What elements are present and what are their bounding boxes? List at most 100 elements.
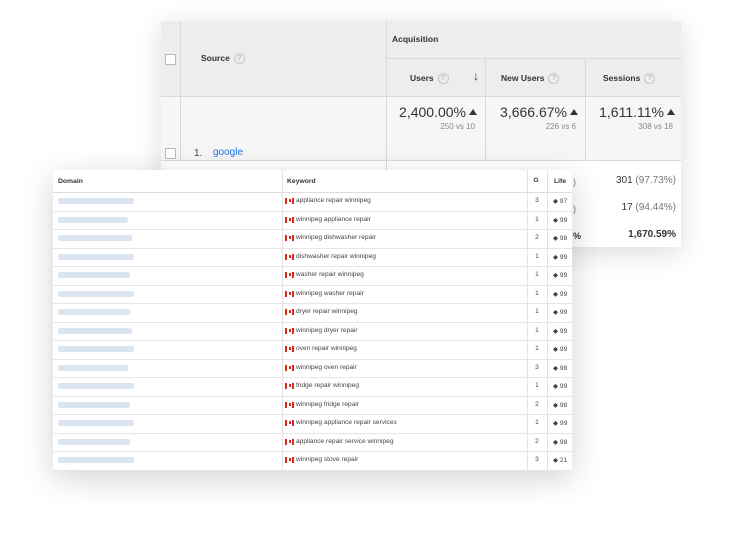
domain-placeholder[interactable] <box>58 438 130 445</box>
table-row[interactable]: winnipeg oven repair 3 ◆ 98 <box>53 359 572 378</box>
sessions-row-number: 17 <box>621 202 633 213</box>
sessions-row-value: 17 (94.44%) <box>586 202 676 213</box>
keyword-text: dryer repair winnipeg <box>296 308 358 315</box>
domain-placeholder[interactable] <box>58 216 128 223</box>
domain-placeholder[interactable] <box>58 420 134 426</box>
table-row[interactable]: winnipeg stove repair 3 ◆ 21 <box>53 451 572 471</box>
new-users-total: 3,666.67% <box>486 104 578 120</box>
sort-desc-arrow-icon[interactable]: ↓ <box>473 69 479 83</box>
google-rank: 1 <box>535 271 539 278</box>
domain-placeholder[interactable] <box>58 457 134 463</box>
keyword-rankings-table: Domain Keyword G Life appliance repair w… <box>53 170 572 471</box>
new-users-header[interactable]: New Users? <box>501 73 560 85</box>
table-row[interactable]: winnipeg washer repair 1 ◆ 99 <box>53 285 572 304</box>
canada-flag-icon <box>285 272 294 278</box>
life-score: ◆ 99 <box>553 216 568 224</box>
canada-flag-icon <box>285 290 294 297</box>
domain-placeholder[interactable] <box>58 346 134 352</box>
google-rank: 2 <box>535 400 539 408</box>
domain-placeholder[interactable] <box>58 364 128 371</box>
keyword-text: dishwasher repair winnipeg <box>296 252 376 260</box>
canada-flag-icon <box>285 401 294 408</box>
keyword-text: winnipeg appliance repair services <box>296 419 397 426</box>
life-score: ◆ 99 <box>553 253 568 261</box>
google-rank: 1 <box>535 345 539 352</box>
partial-cell: ) <box>573 177 576 187</box>
table-row[interactable]: appliance repair winnipeg 3 ◆ 97 <box>53 192 572 212</box>
table-row[interactable]: dryer repair winnipeg 1 ◆ 99 <box>53 303 572 323</box>
life-score: ◆ 98 <box>553 401 568 409</box>
help-icon[interactable]: ? <box>233 53 245 65</box>
row-checkbox[interactable] <box>165 148 176 159</box>
users-total-value: 2,400.00% <box>399 104 466 120</box>
source-header-label: Source <box>201 53 230 63</box>
table-row[interactable]: winnipeg dishwasher repair 2 ◆ 98 <box>53 229 572 249</box>
google-rank: 1 <box>535 289 539 297</box>
life-score: ◆ 97 <box>553 198 568 205</box>
select-all-checkbox[interactable] <box>165 54 176 65</box>
domain-placeholder[interactable] <box>58 272 130 278</box>
source-link-google[interactable]: google <box>213 147 243 158</box>
sessions-header[interactable]: Sessions? <box>603 73 656 85</box>
domain-placeholder[interactable] <box>58 401 130 408</box>
google-rank: 2 <box>535 437 539 445</box>
google-rank: 1 <box>535 308 539 315</box>
domain-placeholder[interactable] <box>58 309 130 315</box>
keyword-text: appliance repair service winnipeg <box>296 437 394 445</box>
keyword-text: washer repair winnipeg <box>296 271 364 278</box>
table-row[interactable]: winnipeg fridge repair 2 ◆ 98 <box>53 396 572 415</box>
help-icon[interactable]: ? <box>437 73 449 85</box>
google-rank: 3 <box>535 197 539 204</box>
keyword-text: winnipeg oven repair <box>296 363 357 371</box>
partial-cell: ) <box>573 204 576 214</box>
keyword-table-header: Domain Keyword G Life <box>53 170 572 193</box>
help-icon[interactable]: ? <box>548 73 560 85</box>
canada-flag-icon <box>285 235 294 241</box>
table-row[interactable]: appliance repair service winnipeg 2 ◆ 98 <box>53 433 572 452</box>
google-rank: 1 <box>535 382 539 389</box>
help-icon[interactable]: ? <box>644 73 656 85</box>
sessions-header-label: Sessions <box>603 73 641 83</box>
users-total-compare: 250 vs 10 <box>440 122 475 131</box>
google-rank: 1 <box>535 215 539 223</box>
sessions-row-percent: (97.73%) <box>635 175 676 186</box>
keyword-column-header[interactable]: Keyword <box>287 178 316 185</box>
canada-flag-icon <box>285 216 294 223</box>
canada-flag-icon <box>285 457 294 463</box>
table-row[interactable]: oven repair winnipeg 1 ◆ 99 <box>53 340 572 360</box>
life-score: ◆ 98 <box>553 438 568 446</box>
life-score: ◆ 99 <box>553 290 568 298</box>
partial-cell: % <box>573 231 582 241</box>
table-row[interactable]: washer repair winnipeg 1 ◆ 99 <box>53 266 572 286</box>
canada-flag-icon <box>285 383 294 389</box>
life-score: ◆ 99 <box>553 327 568 335</box>
sessions-row-percent: (94.44%) <box>635 202 676 213</box>
users-header-label: Users <box>410 73 434 83</box>
domain-placeholder[interactable] <box>58 198 134 204</box>
life-score: ◆ 99 <box>553 309 568 316</box>
canada-flag-icon <box>285 438 294 445</box>
table-row[interactable]: winnipeg appliance repair services 1 ◆ 99 <box>53 414 572 434</box>
table-row[interactable]: winnipeg appliance repair 1 ◆ 99 <box>53 211 572 230</box>
domain-placeholder[interactable] <box>58 327 132 334</box>
canada-flag-icon <box>285 346 294 352</box>
new-users-total-value: 3,666.67% <box>500 104 567 120</box>
domain-placeholder[interactable] <box>58 383 134 389</box>
google-rank: 1 <box>535 419 539 426</box>
table-row[interactable]: dishwasher repair winnipeg 1 ◆ 99 <box>53 248 572 267</box>
keyword-text: winnipeg washer repair <box>296 289 364 297</box>
domain-placeholder[interactable] <box>58 253 134 260</box>
source-header[interactable]: Source? <box>201 53 245 65</box>
users-header[interactable]: Users? <box>410 73 449 85</box>
up-arrow-icon <box>570 109 578 115</box>
domain-column-header[interactable]: Domain <box>58 178 83 185</box>
canada-flag-icon <box>285 198 294 204</box>
life-column-header[interactable]: Life <box>554 178 566 185</box>
up-arrow-icon <box>469 109 477 115</box>
table-row[interactable]: winnipeg dryer repair 1 ◆ 99 <box>53 322 572 341</box>
canada-flag-icon <box>285 327 294 334</box>
domain-placeholder[interactable] <box>58 235 132 241</box>
domain-placeholder[interactable] <box>58 290 134 297</box>
table-row[interactable]: fridge repair winnipeg 1 ◆ 99 <box>53 377 572 397</box>
google-rank: 1 <box>535 326 539 334</box>
